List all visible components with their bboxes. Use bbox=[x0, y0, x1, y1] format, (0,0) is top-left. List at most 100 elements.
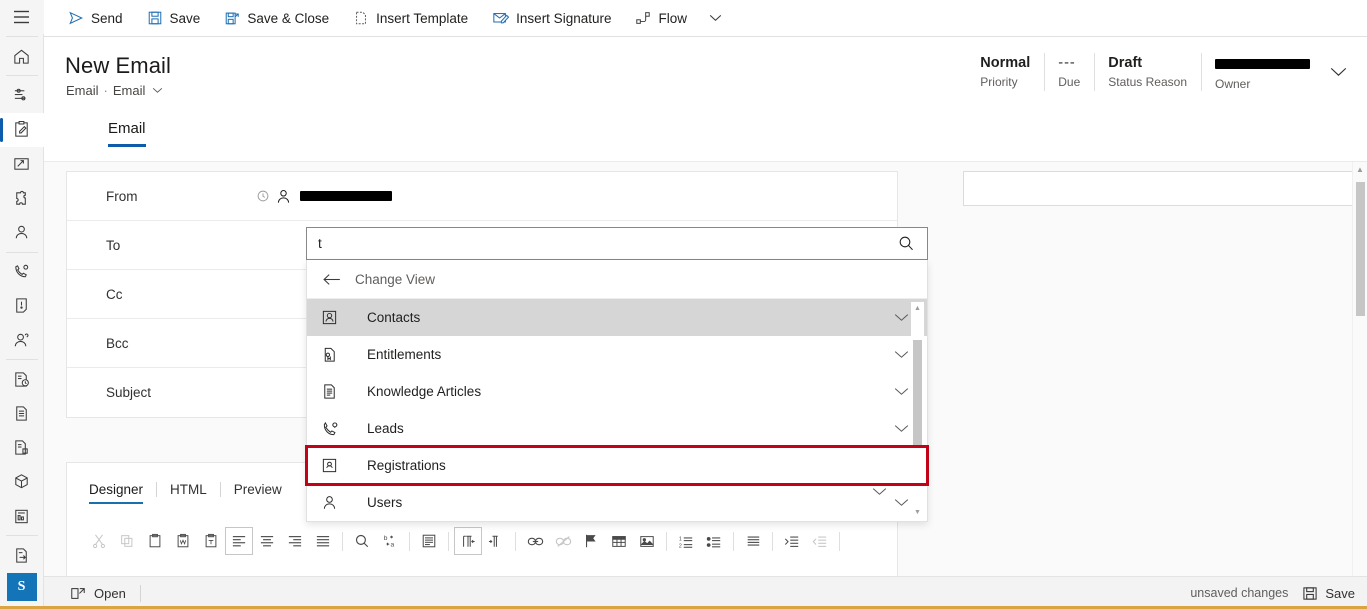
sidebar-item-schedule[interactable] bbox=[0, 362, 44, 396]
list-item-contacts[interactable]: Contacts bbox=[307, 299, 927, 336]
flow-icon bbox=[635, 10, 651, 26]
lookup-scrollbar[interactable]: ▲ ▼ bbox=[911, 302, 924, 518]
paste-icon[interactable] bbox=[141, 527, 169, 555]
tab-preview[interactable]: Preview bbox=[234, 482, 295, 504]
from-label: From bbox=[106, 188, 138, 204]
insert-template-button[interactable]: Insert Template bbox=[341, 0, 480, 36]
page-scrollbar[interactable]: ▲ bbox=[1352, 162, 1367, 576]
align-left-icon[interactable] bbox=[225, 527, 253, 555]
tab-email[interactable]: Email bbox=[108, 120, 146, 147]
sidebar-item-cases[interactable] bbox=[0, 289, 44, 323]
breadcrumb-chevron-down-icon[interactable] bbox=[152, 87, 163, 94]
sidebar-item-recent[interactable] bbox=[0, 78, 44, 112]
unlink-icon[interactable] bbox=[549, 527, 577, 555]
scroll-up-arrow-icon[interactable]: ▲ bbox=[911, 302, 924, 314]
sidebar-item-contacts[interactable] bbox=[0, 215, 44, 249]
sidebar-item-products[interactable] bbox=[0, 465, 44, 499]
command-overflow-chevron-down-icon[interactable] bbox=[699, 14, 732, 22]
image-icon[interactable] bbox=[633, 527, 661, 555]
bulleted-list-icon[interactable] bbox=[700, 527, 728, 555]
find-icon[interactable] bbox=[348, 527, 376, 555]
user-icon bbox=[321, 494, 367, 511]
replace-icon[interactable]: ba bbox=[376, 527, 404, 555]
list-item-label: Leads bbox=[367, 421, 404, 436]
flow-button[interactable]: Flow bbox=[623, 0, 699, 36]
contact-card-icon bbox=[321, 309, 367, 326]
rail-divider bbox=[5, 36, 38, 38]
paste-as-text-icon[interactable] bbox=[197, 527, 225, 555]
increase-indent-icon[interactable] bbox=[778, 527, 806, 555]
cut-icon[interactable] bbox=[85, 527, 113, 555]
open-record-button[interactable]: Open bbox=[56, 586, 140, 601]
save-and-close-button[interactable]: Save & Close bbox=[212, 0, 341, 36]
back-arrow-icon[interactable] bbox=[322, 273, 341, 286]
align-right-icon[interactable] bbox=[281, 527, 309, 555]
sidebar-item-leads[interactable] bbox=[0, 255, 44, 289]
list-item-entitlements[interactable]: Entitlements bbox=[307, 336, 927, 373]
header-field-due[interactable]: --- Due bbox=[1044, 49, 1094, 95]
rich-text-toolbar: ba 1 2 bbox=[67, 521, 897, 561]
tab-html[interactable]: HTML bbox=[170, 482, 220, 504]
side-pane-input-box[interactable] bbox=[963, 171, 1367, 206]
status-bar: Open unsaved changes Save bbox=[44, 576, 1367, 609]
registrations-chevron-down-icon[interactable] bbox=[853, 473, 905, 510]
text-direction-rtl-icon[interactable] bbox=[482, 527, 510, 555]
hamburger-menu-icon[interactable] bbox=[0, 0, 44, 35]
send-label: Send bbox=[91, 10, 123, 26]
sidebar-item-home[interactable] bbox=[0, 39, 44, 73]
text-direction-ltr-icon[interactable] bbox=[454, 527, 482, 555]
align-center-icon[interactable] bbox=[253, 527, 281, 555]
list-item-knowledge-articles[interactable]: Knowledge Articles bbox=[307, 373, 927, 410]
numbered-list-icon[interactable]: 12 bbox=[672, 527, 700, 555]
search-icon[interactable] bbox=[898, 235, 919, 252]
sidebar-item-accounts[interactable] bbox=[0, 323, 44, 357]
priority-value: Normal bbox=[980, 54, 1031, 71]
sidebar-item-documents[interactable] bbox=[0, 396, 44, 430]
save-button[interactable]: Save bbox=[135, 0, 213, 36]
select-all-icon[interactable] bbox=[415, 527, 443, 555]
list-item-leads[interactable]: Leads bbox=[307, 410, 927, 447]
block-quote-icon[interactable] bbox=[739, 527, 767, 555]
phone-gear-icon bbox=[12, 262, 31, 281]
list-item-label: Entitlements bbox=[367, 347, 442, 362]
tab-designer[interactable]: Designer bbox=[89, 482, 156, 504]
from-value[interactable] bbox=[257, 188, 897, 205]
search-input[interactable]: t bbox=[318, 236, 898, 251]
sidebar-item-sales[interactable] bbox=[0, 147, 44, 181]
header-field-status-reason[interactable]: Draft Status Reason bbox=[1094, 49, 1201, 95]
sidebar-item-export[interactable] bbox=[0, 538, 44, 572]
align-justify-icon[interactable] bbox=[309, 527, 337, 555]
list-item-registrations[interactable]: Registrations bbox=[305, 445, 929, 486]
scroll-down-arrow-icon[interactable]: ▼ bbox=[911, 506, 924, 518]
entity-list: Contacts Entitlements Knowledge Articles… bbox=[305, 299, 929, 521]
page-scrollbar-thumb[interactable] bbox=[1356, 182, 1365, 316]
anchor-flag-icon[interactable] bbox=[577, 527, 605, 555]
breadcrumb-secondary: Email bbox=[112, 83, 146, 98]
decrease-indent-icon[interactable] bbox=[806, 527, 834, 555]
sidebar-item-attachments[interactable] bbox=[0, 431, 44, 465]
header-field-owner[interactable]: Owner bbox=[1201, 49, 1324, 95]
sidebar-item-settings[interactable] bbox=[0, 181, 44, 215]
insert-signature-button[interactable]: Insert Signature bbox=[480, 0, 623, 36]
subject-label: Subject bbox=[106, 385, 152, 400]
header-field-priority[interactable]: Normal Priority bbox=[966, 49, 1044, 95]
status-save-button[interactable]: Save bbox=[1302, 586, 1355, 601]
copy-icon[interactable] bbox=[113, 527, 141, 555]
sidebar-item-activities[interactable] bbox=[0, 112, 44, 147]
change-view-button[interactable]: Change View bbox=[307, 260, 927, 299]
person-icon bbox=[12, 223, 31, 242]
left-form-pane: From To Cc Bcc Subject Designer HTML Pre… bbox=[44, 162, 929, 584]
link-icon[interactable] bbox=[521, 527, 549, 555]
app-tile[interactable]: S bbox=[6, 572, 37, 602]
page-scroll-up-arrow-icon[interactable]: ▲ bbox=[1353, 165, 1367, 174]
list-item-users[interactable]: Users bbox=[307, 484, 927, 521]
lookup-search-field[interactable]: t bbox=[306, 227, 928, 260]
send-button[interactable]: Send bbox=[56, 0, 135, 36]
recipient-lookup-dropdown: t Change View Contacts Entitlements Know… bbox=[305, 227, 929, 522]
table-icon[interactable] bbox=[605, 527, 633, 555]
svg-text:1: 1 bbox=[679, 536, 682, 542]
header-expand-chevron-down-icon[interactable] bbox=[1324, 49, 1359, 95]
paste-from-word-icon[interactable] bbox=[169, 527, 197, 555]
sidebar-item-reports[interactable] bbox=[0, 499, 44, 533]
cc-label: Cc bbox=[106, 286, 123, 302]
